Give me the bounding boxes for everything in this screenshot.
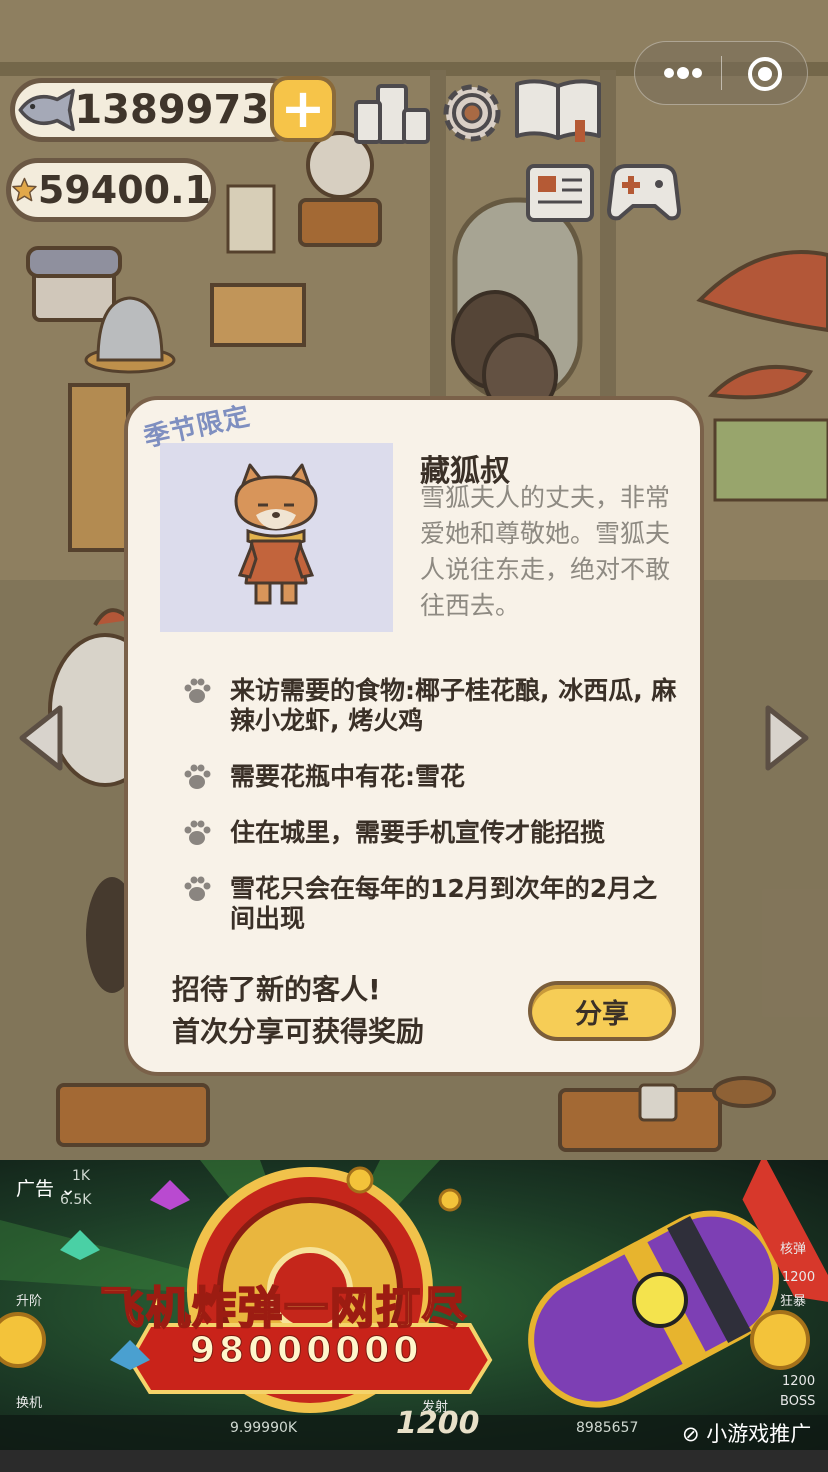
ad-right-label: 狂暴 xyxy=(780,1294,807,1309)
gamepad-icon xyxy=(607,164,681,221)
requirement-text: 住在城里，需要手机宣传才能招揽 xyxy=(230,818,606,847)
ranking-podium-icon xyxy=(354,84,430,144)
requirement-text: 雪花只会在每年的12月到次年的2月之间出现 xyxy=(230,874,658,933)
requirement-item: 需要花瓶中有花:雪花 xyxy=(182,762,682,792)
paw-icon xyxy=(184,876,211,901)
ad-label-text: 广告 xyxy=(16,1178,55,1200)
gear-icon xyxy=(443,84,501,142)
requirement-item: 来访需要的食物:椰子桂花酿, 冰西瓜, 麻辣小龙虾, 烤火鸡 xyxy=(182,676,682,736)
bottom-strip xyxy=(0,1450,828,1472)
ad-right-label: 核弹 xyxy=(780,1242,807,1257)
chevron-right-icon xyxy=(765,705,809,771)
target-close-icon[interactable] xyxy=(745,54,785,94)
previous-arrow-button[interactable] xyxy=(16,702,66,774)
ad-right-label: 1200 xyxy=(782,1374,816,1389)
ad-jackpot-number: 98000000 xyxy=(189,1330,423,1372)
book-icon xyxy=(515,79,601,142)
new-guest-note: 招待了新的客人! xyxy=(172,973,381,1006)
newspaper-icon xyxy=(526,164,594,222)
tibetan-fox-character-image xyxy=(234,463,318,605)
chevron-left-icon xyxy=(19,705,63,771)
link-icon: ⊘ xyxy=(682,1422,700,1446)
fish-coin-count: 13899736 xyxy=(74,87,297,133)
character-description: 雪狐夫人的丈夫，非常爱她和尊敬她。雪狐夫人说往东走，绝对不敢往西去。 xyxy=(420,483,671,620)
book-button[interactable] xyxy=(512,74,604,148)
capsule-divider xyxy=(721,56,722,90)
ad-side-label: 升阶 xyxy=(16,1294,43,1309)
requirement-item: 住在城里，需要手机宣传才能招揽 xyxy=(182,818,682,848)
gamepad-button[interactable] xyxy=(604,156,684,230)
ad-score: 8985657 xyxy=(576,1420,639,1436)
newspaper-button[interactable] xyxy=(520,156,600,230)
settings-button[interactable] xyxy=(432,76,512,150)
paw-icon xyxy=(184,678,211,703)
ad-right-label: BOSS xyxy=(780,1394,816,1409)
ad-balance: 9.99990K xyxy=(230,1420,298,1436)
requirement-item: 雪花只会在每年的12月到次年的2月之间出现 xyxy=(182,874,682,934)
next-arrow-button[interactable] xyxy=(762,702,812,774)
star-icon xyxy=(12,177,37,202)
share-button[interactable]: 分享 xyxy=(528,981,676,1041)
ad-headline: 飞机炸弹一网打尽 xyxy=(99,1282,468,1335)
requirement-text: 来访需要的食物:椰子桂花酿, 冰西瓜, 麻辣小龙虾, 烤火鸡 xyxy=(230,676,677,735)
ad-side-label: 换机 xyxy=(16,1396,43,1411)
plus-icon: + xyxy=(280,77,326,140)
promo-text: 小游戏推广 xyxy=(706,1422,812,1446)
paw-icon xyxy=(184,820,211,845)
ranking-button[interactable] xyxy=(352,76,432,150)
mini-game-promo-link[interactable]: ⊘ 小游戏推广 xyxy=(682,1418,811,1448)
star-currency-pill: 59400.1 xyxy=(6,158,216,222)
add-coins-button[interactable]: + xyxy=(270,76,336,142)
wechat-capsule xyxy=(634,41,808,105)
ad-stat-top-1: 1K xyxy=(72,1168,91,1184)
paw-icon xyxy=(184,764,211,789)
fish-icon xyxy=(18,88,75,132)
fish-currency-pill: 13899736 xyxy=(10,78,302,142)
character-portrait xyxy=(160,443,393,632)
ad-stat-top-2: 6.5K xyxy=(60,1192,92,1208)
ad-right-label: 1200 xyxy=(782,1270,816,1285)
more-dots-icon[interactable] xyxy=(661,62,705,84)
star-count: 59400.1 xyxy=(37,168,211,212)
share-reward-note: 首次分享可获得奖励 xyxy=(172,1015,425,1048)
ad-bet: 1200 xyxy=(396,1406,480,1441)
requirement-text: 需要花瓶中有花:雪花 xyxy=(230,762,465,791)
